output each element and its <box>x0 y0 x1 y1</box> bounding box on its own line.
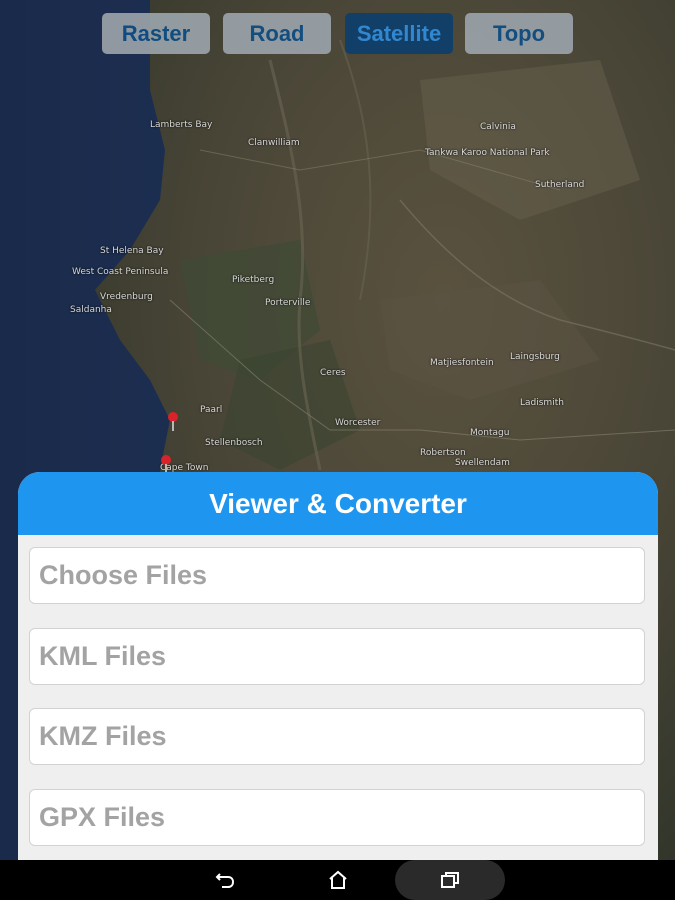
map-label: Matjiesfontein <box>430 358 494 368</box>
gpx-files-button[interactable]: GPX Files <box>29 789 645 846</box>
maptype-satellite-button[interactable]: Satellite <box>345 13 453 54</box>
viewer-converter-panel: Viewer & Converter Choose Files KML File… <box>18 472 658 860</box>
back-arrow-icon <box>215 873 235 888</box>
maptype-raster-button[interactable]: Raster <box>102 13 210 54</box>
recent-apps-icon <box>441 872 459 888</box>
map-label: Worcester <box>335 418 381 428</box>
choose-files-button[interactable]: Choose Files <box>29 547 645 604</box>
map-label: Paarl <box>200 405 223 415</box>
back-button[interactable] <box>205 860 245 900</box>
map-label: Swellendam <box>455 458 510 468</box>
home-icon <box>329 870 347 889</box>
kmz-files-button[interactable]: KMZ Files <box>29 708 645 765</box>
map-label: Vredenburg <box>100 292 153 302</box>
map-label: Tankwa Karoo National Park <box>425 148 550 158</box>
map-label: Montagu <box>470 428 510 438</box>
map-label: West Coast Peninsula <box>72 267 169 277</box>
map-label: Robertson <box>420 448 466 458</box>
map-label: Stellenbosch <box>205 438 263 448</box>
map-label: Saldanha <box>70 305 112 315</box>
map-label: Porterville <box>265 298 311 308</box>
map-label: Calvinia <box>480 122 516 132</box>
panel-title: Viewer & Converter <box>18 472 658 535</box>
map-label: St Helena Bay <box>100 246 164 256</box>
map-label: Ceres <box>320 368 346 378</box>
map-marker-pin[interactable] <box>161 455 171 474</box>
map-marker-pin[interactable] <box>168 412 178 431</box>
map-label: Lamberts Bay <box>150 120 213 130</box>
maptype-road-button[interactable]: Road <box>223 13 331 54</box>
android-navigation-bar <box>0 860 675 900</box>
recent-apps-button[interactable] <box>430 860 470 900</box>
map-label: Clanwilliam <box>248 138 300 148</box>
map-label: Sutherland <box>535 180 585 190</box>
kml-files-button[interactable]: KML Files <box>29 628 645 685</box>
map-label: Ladismith <box>520 398 564 408</box>
home-button[interactable] <box>318 860 358 900</box>
map-label: Laingsburg <box>510 352 560 362</box>
maptype-topo-button[interactable]: Topo <box>465 13 573 54</box>
map-label: Piketberg <box>232 275 275 285</box>
